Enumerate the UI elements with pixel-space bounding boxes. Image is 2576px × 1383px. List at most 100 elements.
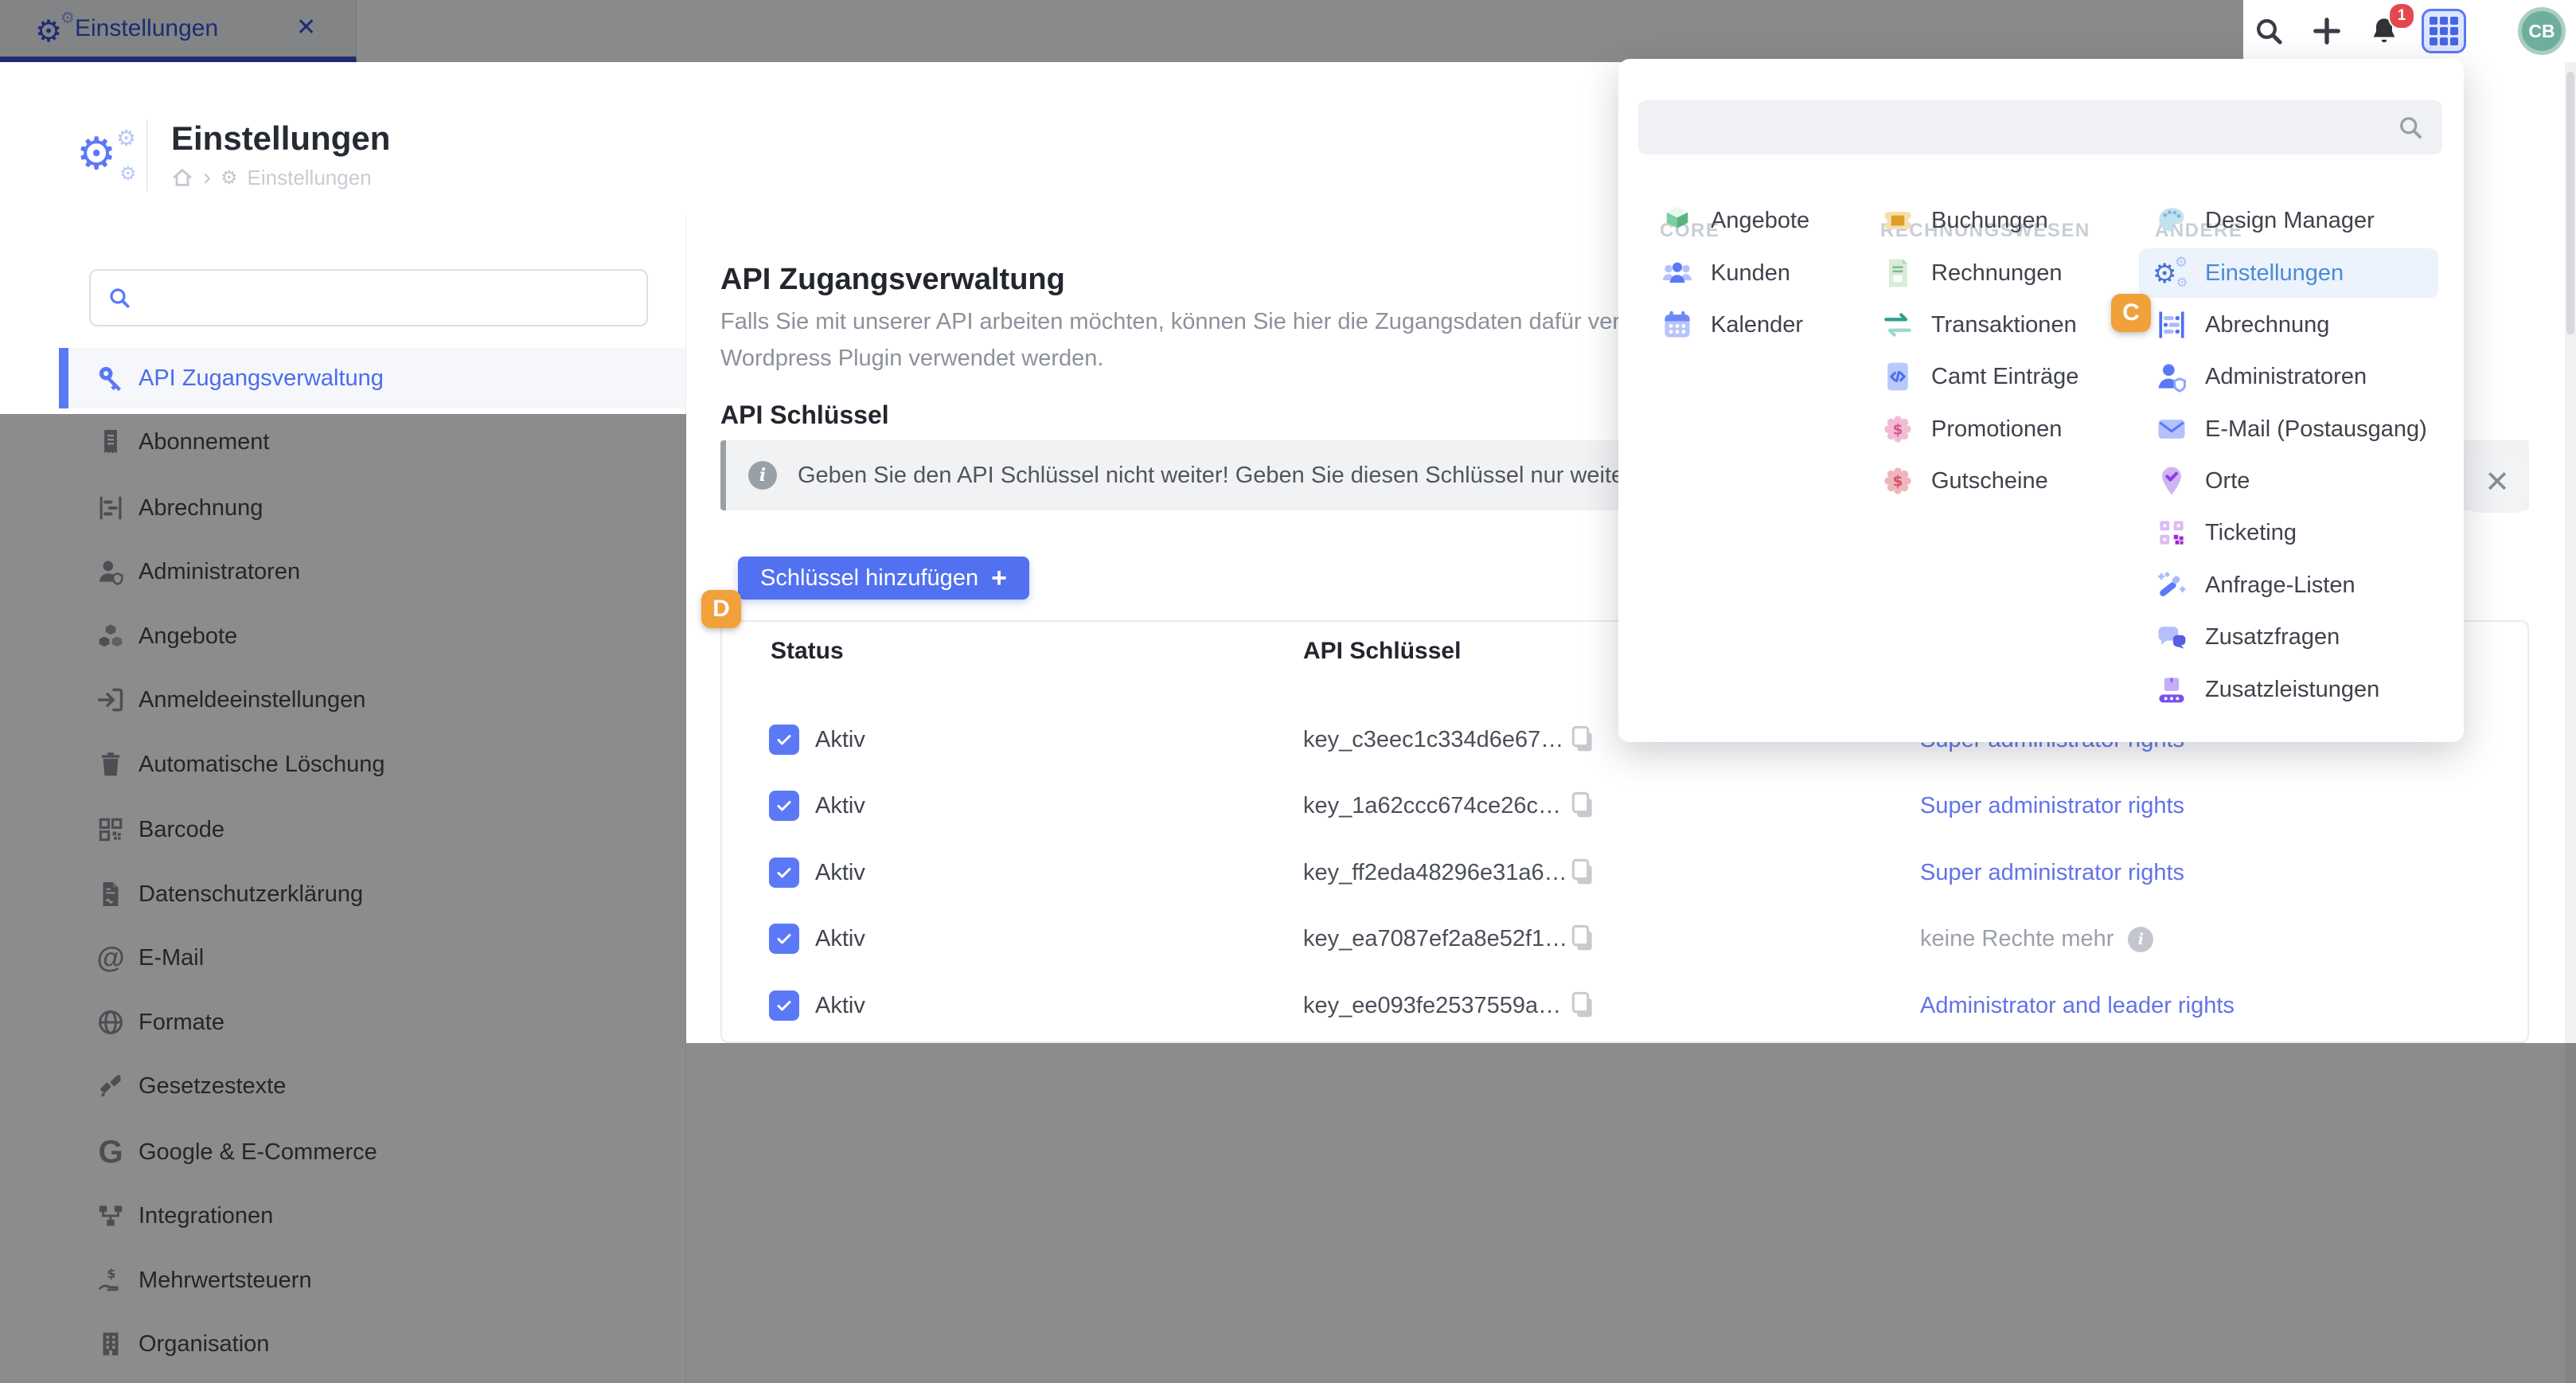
status-checkbox[interactable] <box>769 791 799 821</box>
api-key-value: key_1a62ccc674ce26c… <box>1303 793 1561 819</box>
app-item-label: Orte <box>2205 468 2250 494</box>
app-item-buchungen[interactable]: Buchungen <box>1880 196 2048 245</box>
app-launcher-search-input[interactable] <box>1656 115 2396 141</box>
search-icon[interactable] <box>2253 15 2285 47</box>
app-item-label: Camt Einträge <box>1931 364 2078 390</box>
cube-icon <box>1660 203 1695 238</box>
apps-grid-button[interactable] <box>2422 9 2466 53</box>
app-item-camt-eintraege[interactable]: Camt Einträge <box>1880 352 2078 401</box>
sidebar-item-api-zugangsverwaltung[interactable]: API Zugangsverwaltung <box>59 348 685 408</box>
app-item-ticketing[interactable]: Ticketing <box>2154 508 2297 557</box>
app-item-label: Anfrage-Listen <box>2205 572 2355 599</box>
app-launcher-search[interactable] <box>1638 100 2442 154</box>
status-label: Aktiv <box>815 727 865 753</box>
status-checkbox[interactable] <box>769 924 799 954</box>
table-row: Aktiv key_1a62ccc674ce26c… Super adminis… <box>720 775 2529 836</box>
status-checkbox[interactable] <box>769 725 799 755</box>
settings-gear-small-icon: ⚙ <box>116 127 136 150</box>
dim-overlay-bottom <box>686 1043 2576 1383</box>
app-item-label: Abrechnung <box>2205 312 2329 338</box>
voucher-badge-icon: $ <box>1880 463 1915 498</box>
section-title: API Schlüssel <box>720 400 889 430</box>
app-item-label: Gutscheine <box>1931 468 2048 494</box>
status-checkbox[interactable] <box>769 858 799 888</box>
page-scrollbar-thumb[interactable] <box>2566 72 2574 334</box>
app-item-design-manager[interactable]: Design Manager <box>2154 196 2375 245</box>
app-item-email-postausgang[interactable]: E-Mail (Postausgang) <box>2154 404 2427 454</box>
app-item-promotionen[interactable]: $ Promotionen <box>1880 404 2062 454</box>
settings-gear-icon: ⚙ ⚙ ⚙ <box>2154 256 2189 291</box>
status-label: Aktiv <box>815 860 865 886</box>
content-title: API Zugangsverwaltung <box>720 263 1065 297</box>
key-icon <box>94 361 127 395</box>
app-item-label: Transaktionen <box>1931 312 2077 338</box>
app-item-angebote[interactable]: Angebote <box>1660 196 1809 245</box>
tour-close-button[interactable]: ✕ <box>2466 451 2528 513</box>
tour-badge-c[interactable]: C <box>2111 294 2151 332</box>
app-item-kalender[interactable]: Kalender <box>1660 300 1803 350</box>
rights-link[interactable]: Super administrator rights <box>1920 860 2184 886</box>
app-item-label: Zusatzleistungen <box>2205 677 2379 703</box>
app-item-orte[interactable]: Orte <box>2154 456 2250 506</box>
copy-icon[interactable] <box>1567 856 1598 891</box>
calendar-icon <box>1660 307 1695 342</box>
sidebar-search-input[interactable] <box>143 285 592 311</box>
app-item-zusatzleistungen[interactable]: Zusatzleistungen <box>2154 665 2379 714</box>
app-item-label: Administratoren <box>2205 364 2367 390</box>
app-item-label: Ticketing <box>2205 520 2297 546</box>
app-item-label: Zusatzfragen <box>2205 624 2340 650</box>
tour-badge-d[interactable]: D <box>701 590 741 628</box>
info-icon[interactable]: i <box>2128 927 2153 952</box>
table-row: Aktiv key_ee093fe2537559a… Administrator… <box>720 975 2529 1036</box>
rights-text: keine Rechte mehr <box>1920 926 2113 952</box>
ticket-icon <box>1880 203 1915 238</box>
app-item-label: E-Mail (Postausgang) <box>2205 416 2427 443</box>
api-key-value: key_ea7087ef2a8e52f1… <box>1303 926 1567 952</box>
invoice-icon <box>1880 256 1915 291</box>
app-item-label: Einstellungen <box>2205 260 2344 287</box>
table-header-status: Status <box>771 638 844 665</box>
app-item-kunden[interactable]: Kunden <box>1660 248 1790 298</box>
code-document-icon <box>1880 359 1915 394</box>
sidebar-item-label: API Zugangsverwaltung <box>139 365 384 392</box>
header-divider <box>146 119 148 191</box>
status-checkbox[interactable] <box>769 990 799 1021</box>
copy-icon[interactable] <box>1567 922 1598 957</box>
app-item-rechnungen[interactable]: Rechnungen <box>1880 248 2062 298</box>
settings-gear-small-icon: ⚙ <box>119 164 137 183</box>
status-label: Aktiv <box>815 926 865 952</box>
page-title: Einstellungen <box>171 119 390 158</box>
app-item-label: Buchungen <box>1931 208 2048 234</box>
app-item-label: Rechnungen <box>1931 260 2062 287</box>
api-key-value: key_c3eec1c334d6e67… <box>1303 727 1563 753</box>
abacus-icon <box>2154 307 2189 342</box>
copy-icon[interactable] <box>1567 789 1598 824</box>
rights-link[interactable]: Super administrator rights <box>1920 793 2184 819</box>
app-item-transaktionen[interactable]: Transaktionen <box>1880 300 2077 350</box>
settings-gear-mini-icon: ⚙ <box>221 168 238 187</box>
app-item-label: Angebote <box>1711 208 1809 234</box>
rights-link[interactable]: Administrator and leader rights <box>1920 993 2234 1019</box>
add-icon[interactable] <box>2311 15 2343 47</box>
breadcrumb-current: Einstellungen <box>248 166 372 190</box>
content-description-line2: Wordpress Plugin verwendet werden. <box>720 346 1103 372</box>
copy-icon[interactable] <box>1567 723 1598 758</box>
svg-text:$: $ <box>1893 474 1903 490</box>
home-icon[interactable] <box>171 166 193 189</box>
app-item-administratoren[interactable]: Administratoren <box>2154 352 2367 401</box>
copy-icon[interactable] <box>1567 989 1598 1024</box>
status-label: Aktiv <box>815 993 865 1019</box>
chat-bubbles-icon <box>2154 619 2189 654</box>
app-item-zusatzfragen[interactable]: Zusatzfragen <box>2154 612 2340 662</box>
dim-overlay-top <box>0 0 2243 62</box>
sidebar-search[interactable] <box>89 269 648 326</box>
app-item-einstellungen[interactable]: ⚙ ⚙ ⚙ Einstellungen <box>2139 248 2438 298</box>
status-label: Aktiv <box>815 793 865 819</box>
app-item-anfrage-listen[interactable]: Anfrage-Listen <box>2154 561 2355 610</box>
avatar[interactable]: CB <box>2518 7 2566 55</box>
app-item-label: Kunden <box>1711 260 1790 287</box>
app-item-abrechnung[interactable]: Abrechnung <box>2154 300 2329 350</box>
add-key-button[interactable]: Schlüssel hinzufügen + <box>738 557 1029 600</box>
app-item-gutscheine[interactable]: $ Gutscheine <box>1880 456 2048 506</box>
search-icon <box>107 285 132 311</box>
